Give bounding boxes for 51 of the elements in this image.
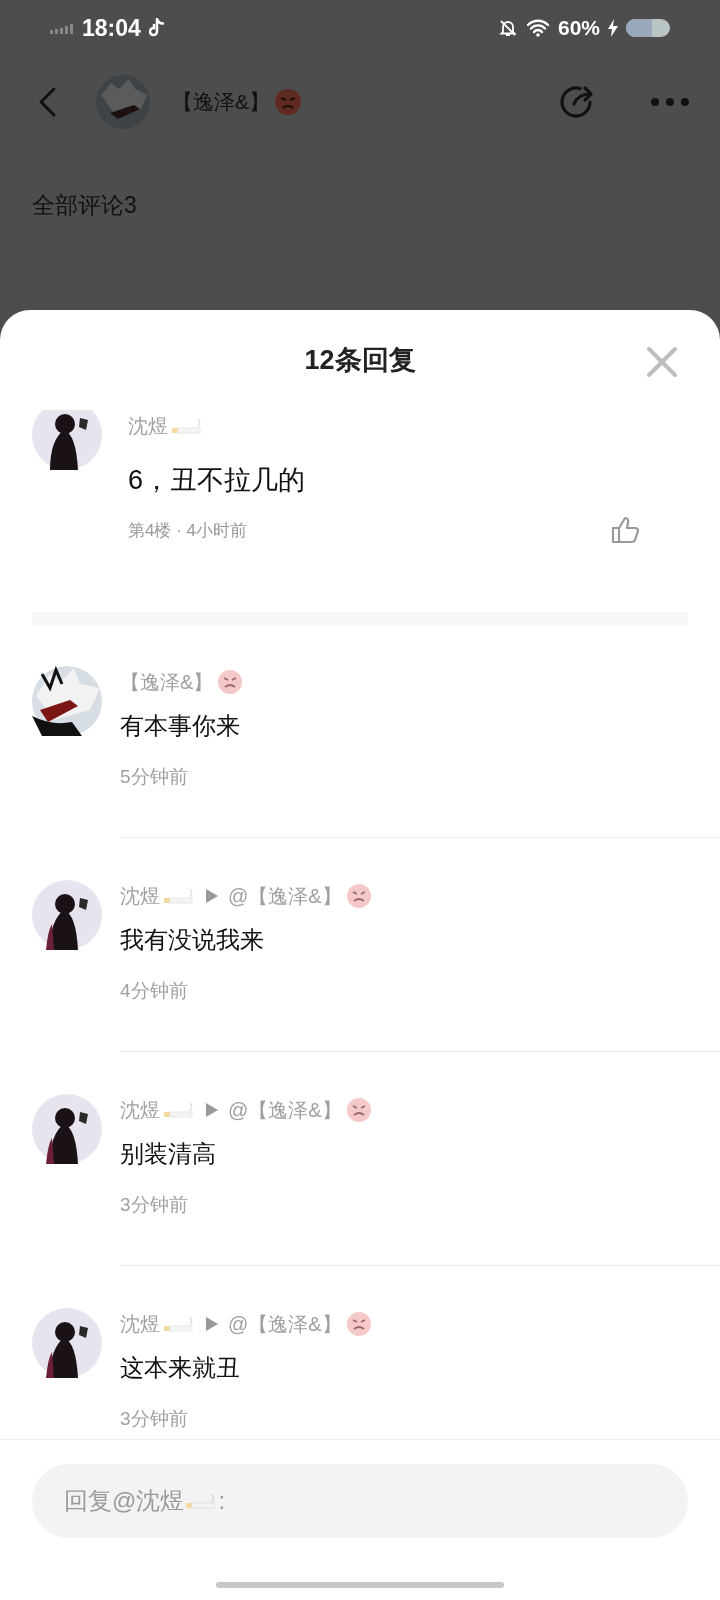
reply-target[interactable]: @【逸泽&】 [228,1310,342,1338]
clock-time: 18:04 [82,14,141,42]
reply-time: 3分钟前 [120,1407,189,1431]
reply-target[interactable]: @【逸泽&】 [228,882,342,910]
cigarette-icon [172,418,202,434]
avatar[interactable] [32,410,102,470]
cigarette-icon [186,1493,217,1509]
author-name[interactable]: 沈煜 [120,1096,160,1124]
angry-emoji-icon [345,883,372,909]
author-name[interactable]: 【逸泽&】 [120,668,214,696]
battery-percent: 60% [557,16,600,40]
cigarette-icon [164,1316,194,1332]
reply-input-field[interactable]: 回复@沈煜 : [32,1464,688,1538]
reply-time: 5分钟前 [120,765,189,789]
signal-icon [50,22,74,34]
angry-emoji-icon [345,1311,372,1337]
reply-arrow-icon [206,1103,218,1117]
section-title: 全部评论3 [31,191,138,220]
like-icon[interactable] [610,516,640,544]
reply-time: 4分钟前 [120,979,189,1003]
music-note-icon [148,18,165,38]
angry-emoji-icon [345,1097,372,1123]
more-icon[interactable] [650,97,690,107]
cigarette-icon [164,1102,194,1118]
reply-target[interactable]: @【逸泽&】 [228,1096,342,1124]
reply-time: 3分钟前 [120,1193,189,1217]
avatar[interactable] [32,666,102,736]
avatar[interactable] [32,1308,102,1378]
comment-meta: 第4楼 · 4小时前 [128,519,248,542]
reply-arrow-icon [206,1317,218,1331]
sheet-title: 12条回复 [304,344,416,377]
angry-emoji-icon [274,88,302,116]
close-icon[interactable] [646,346,678,378]
comment-text: 6，丑不拉几的 [128,464,307,497]
battery-icon [626,18,670,38]
reply-text: 有本事你来 [120,711,241,741]
reply-arrow-icon [206,889,218,903]
avatar[interactable] [32,880,102,950]
reply-text: 我有没说我来 [120,925,265,955]
reply-text: 这本来就丑 [120,1353,241,1383]
user-name[interactable]: 【逸泽&】 [172,88,270,116]
avatar[interactable] [32,1094,102,1164]
wifi-icon [525,19,550,37]
bell-off-icon [497,18,518,38]
author-name[interactable]: 沈煜 [120,882,160,910]
charging-icon [608,19,618,37]
cigarette-icon [164,888,194,904]
reply-text: 别装清高 [120,1139,217,1169]
angry-emoji-icon [217,669,244,695]
author-name[interactable]: 沈煜 [128,412,168,440]
author-name[interactable]: 沈煜 [120,1310,160,1338]
